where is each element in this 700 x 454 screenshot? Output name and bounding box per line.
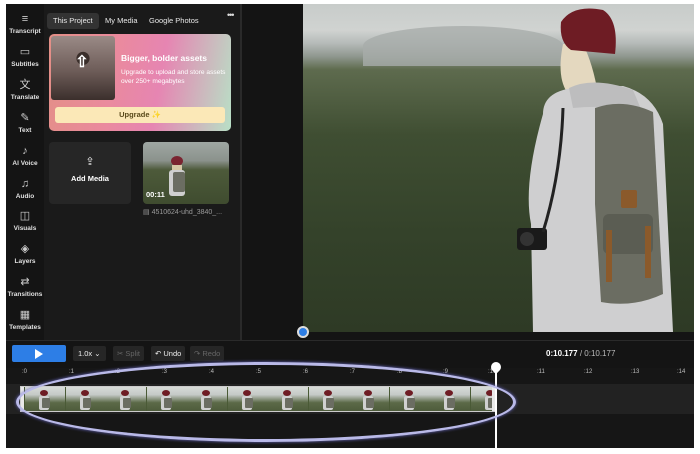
rail-label: Transitions: [7, 291, 43, 298]
rail-item-audio[interactable]: ♫ Audio: [6, 177, 44, 200]
rail-label: Audio: [15, 193, 35, 200]
more-options-icon[interactable]: •••: [227, 10, 235, 20]
transcript-icon: ≡: [21, 13, 29, 25]
ai-voice-icon: ♪: [22, 145, 28, 157]
media-filename: ▤ 4510624-uhd_3840_...: [143, 208, 222, 216]
templates-icon: ▦: [19, 309, 31, 321]
tab-my-media[interactable]: My Media: [99, 13, 144, 29]
left-rail: ≡ Transcript ▭ Subtitles 文 Translate ✎ T…: [6, 4, 44, 340]
promo-description: Upgrade to upload and store assets over …: [121, 69, 226, 85]
upgrade-promo-card: ⇧ Bigger, bolder assets Upgrade to uploa…: [49, 34, 231, 131]
audio-icon: ♫: [20, 178, 30, 190]
highlight-annotation: [16, 362, 516, 442]
split-button[interactable]: ✂ Split: [113, 346, 144, 361]
rail-label: Layers: [14, 258, 36, 265]
add-media-button[interactable]: ⇪ Add Media: [49, 142, 131, 204]
split-label: Split: [125, 349, 140, 358]
layers-icon: ◈: [20, 243, 30, 255]
visuals-icon: ◫: [19, 210, 31, 222]
panel-divider[interactable]: [240, 4, 242, 340]
promo-title: Bigger, bolder assets: [121, 53, 207, 63]
rail-item-subtitles[interactable]: ▭ Subtitles: [6, 45, 44, 68]
rail-label: Templates: [9, 324, 41, 331]
rail-item-text[interactable]: ✎ Text: [6, 111, 44, 134]
ruler-tick: :1: [69, 369, 75, 375]
rail-item-layers[interactable]: ◈ Layers: [6, 242, 44, 265]
total-time: 0:10.177: [584, 349, 616, 358]
redo-button[interactable]: ↷ Redo: [190, 346, 225, 361]
media-filename-text: 4510624-uhd_3840_...: [151, 209, 223, 216]
rail-label: AI Voice: [12, 160, 38, 167]
undo-button[interactable]: ↶ Undo: [151, 346, 186, 361]
tab-google-photos[interactable]: Google Photos: [143, 13, 205, 29]
preview-scrubber[interactable]: [297, 326, 309, 338]
speed-select[interactable]: 1.0x ⌄: [73, 346, 106, 361]
app-window: ≡ Transcript ▭ Subtitles 文 Translate ✎ T…: [6, 4, 694, 448]
rail-item-ai-voice[interactable]: ♪ AI Voice: [6, 144, 44, 167]
tab-this-project[interactable]: This Project: [47, 13, 99, 29]
thumbnail-figure: [169, 156, 185, 196]
rail-label: Text: [18, 127, 32, 134]
rail-item-templates[interactable]: ▦ Templates: [6, 308, 44, 331]
translate-icon: 文: [19, 79, 31, 91]
rail-item-transcript[interactable]: ≡ Transcript: [6, 12, 44, 35]
rail-label: Subtitles: [11, 61, 39, 68]
rail-label: Transcript: [9, 28, 41, 35]
current-time: 0:10.177: [546, 349, 578, 358]
rail-item-transitions[interactable]: ⇄ Transitions: [6, 275, 44, 298]
rail-item-translate[interactable]: 文 Translate: [6, 78, 44, 101]
chevron-down-icon: ⌄: [94, 349, 101, 358]
ruler-tick: :14: [677, 369, 686, 375]
time-display: 0:10.177 / 0:10.177: [546, 349, 615, 358]
speed-value: 1.0x: [78, 349, 93, 358]
transitions-icon: ⇄: [20, 276, 30, 288]
play-button[interactable]: [12, 345, 66, 362]
rail-label: Visuals: [13, 225, 37, 232]
text-icon: ✎: [20, 112, 30, 124]
add-media-label: Add Media: [71, 174, 109, 183]
ruler-tick: :11: [537, 369, 545, 375]
file-icon: ▤: [143, 209, 152, 216]
undo-label: Undo: [163, 349, 182, 358]
rail-label: Translate: [10, 94, 40, 101]
ruler-tick: :12: [584, 369, 593, 375]
media-thumbnail[interactable]: 00:11: [143, 142, 229, 204]
preview-person: [517, 8, 673, 332]
play-icon: [35, 349, 43, 359]
subtitles-icon: ▭: [19, 46, 31, 58]
ruler-tick: :0: [22, 369, 28, 375]
upload-icon: ⇪: [85, 156, 95, 168]
video-preview[interactable]: [303, 4, 694, 332]
ruler-tick: :13: [631, 369, 640, 375]
rail-item-visuals[interactable]: ◫ Visuals: [6, 209, 44, 232]
redo-label: Redo: [202, 349, 221, 358]
upload-icon: ⇧: [75, 54, 89, 71]
media-panel: This Project My Media Google Photos ••• …: [44, 4, 240, 340]
upgrade-button[interactable]: Upgrade ✨: [55, 107, 225, 123]
media-duration: 00:11: [146, 190, 165, 199]
